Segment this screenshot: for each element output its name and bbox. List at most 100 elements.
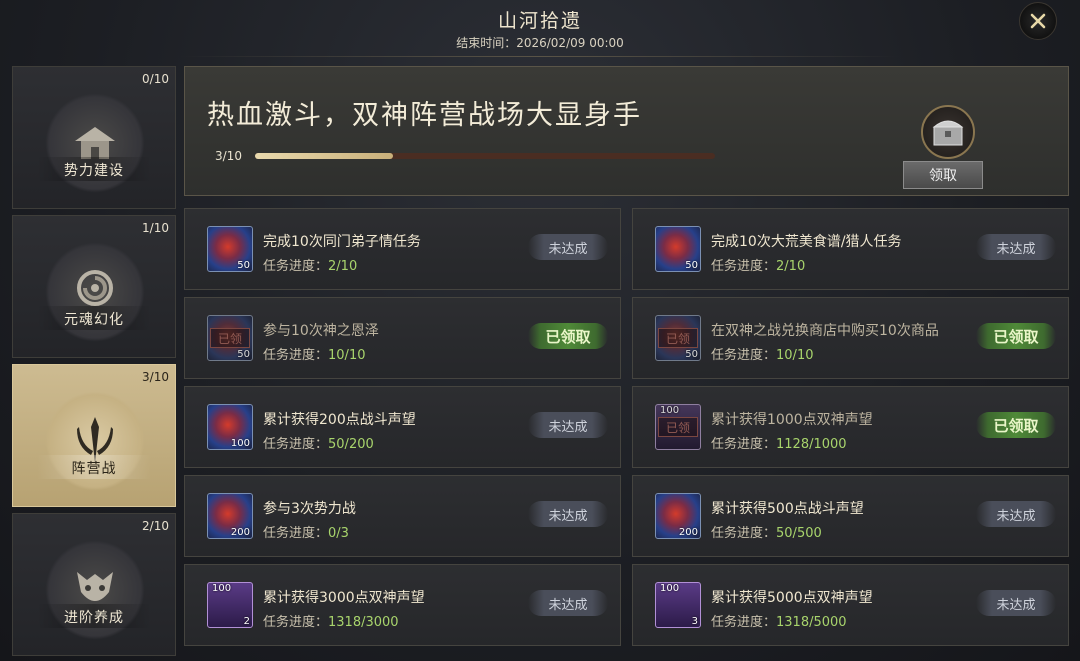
task-card[interactable]: 200 参与3次势力战 任务进度：0/3 未达成 <box>184 475 621 557</box>
fire-ice-orb-icon[interactable]: 50 <box>207 226 253 272</box>
progress-value: 50/200 <box>328 437 374 452</box>
task-card[interactable]: 已领 100 累计获得1000点双神声望 任务进度：1128/1000 已领取 <box>632 386 1069 468</box>
reward-chest[interactable] <box>921 105 975 159</box>
progress-value: 0/3 <box>328 526 349 541</box>
reward-qty: 100 <box>230 438 250 449</box>
task-card[interactable]: 50 完成10次同门弟子情任务 任务进度：2/10 未达成 <box>184 208 621 290</box>
claimed-stamp: 已领 <box>210 328 250 348</box>
task-progress: 任务进度：1318/3000 <box>263 611 399 630</box>
task-progress: 任务进度：0/3 <box>263 522 349 541</box>
progress-value: 10/10 <box>776 348 814 363</box>
task-progress: 任务进度：10/10 <box>263 344 365 363</box>
task-progress: 任务进度：10/10 <box>711 344 813 363</box>
progress-value: 2/10 <box>776 259 806 274</box>
task-name: 累计获得200点战斗声望 <box>263 412 416 428</box>
claimed-stamp: 已领 <box>658 328 698 348</box>
banner-progress-text: 3/10 <box>215 149 242 163</box>
reward-sub-qty: 2 <box>243 616 250 627</box>
claimed-badge: 已领取 <box>976 412 1056 438</box>
fire-ice-orb-icon[interactable]: 200 <box>207 493 253 539</box>
task-name: 累计获得3000点双神声望 <box>263 590 425 606</box>
fire-ice-orb-icon[interactable]: 200 <box>655 493 701 539</box>
purple-token-icon[interactable]: 100 2 <box>207 582 253 628</box>
reward-qty: 100 <box>660 405 680 416</box>
banner-progress-fill <box>255 153 393 159</box>
progress-label: 任务进度： <box>711 259 777 274</box>
tab-count: 0/10 <box>142 72 169 86</box>
claimed-badge: 已领取 <box>528 323 608 349</box>
tab-label: 势力建设 <box>64 163 124 179</box>
status-button[interactable]: 未达成 <box>528 412 608 438</box>
milestone-banner: 热血激斗，双神阵营战场大显身手 3/10 领取 <box>184 66 1069 196</box>
task-card[interactable]: 50 完成10次大荒美食谱/猎人任务 任务进度：2/10 未达成 <box>632 208 1069 290</box>
task-card[interactable]: 100 3 累计获得5000点双神声望 任务进度：1318/5000 未达成 <box>632 564 1069 646</box>
banner-progress-bar <box>255 153 715 159</box>
progress-label: 任务进度： <box>263 259 329 274</box>
claim-button[interactable]: 领取 <box>903 161 983 189</box>
progress-label: 任务进度： <box>711 348 777 363</box>
progress-label: 任务进度： <box>711 526 777 541</box>
task-progress: 任务进度：1318/5000 <box>711 611 847 630</box>
progress-label: 任务进度： <box>711 615 777 630</box>
status-button[interactable]: 未达成 <box>976 501 1056 527</box>
page-title: 山河拾遗 <box>497 10 582 32</box>
progress-value: 1128/1000 <box>776 437 847 452</box>
close-button[interactable] <box>1019 2 1057 40</box>
tab-count: 2/10 <box>142 519 169 533</box>
fire-ice-orb-icon[interactable]: 50 <box>655 226 701 272</box>
reward-sub-qty: 3 <box>691 616 698 627</box>
header: 山河拾遗 结束时间：2026/02/09 00:00 <box>0 0 1080 58</box>
tab-label: 元魂幻化 <box>64 312 124 328</box>
tab-count: 1/10 <box>142 221 169 235</box>
purple-token-icon[interactable]: 已领 100 <box>655 404 701 450</box>
tab-label: 阵营战 <box>71 461 117 477</box>
banner-title: 热血激斗，双神阵营战场大显身手 <box>207 100 642 131</box>
reward-qty: 200 <box>678 527 698 538</box>
sidebar-tab-soul-transform[interactable]: 1/10 元魂幻化 <box>12 215 176 358</box>
reward-qty: 50 <box>685 260 698 271</box>
progress-label: 任务进度： <box>263 526 329 541</box>
task-name: 累计获得5000点双神声望 <box>711 590 873 606</box>
progress-label: 任务进度： <box>263 348 329 363</box>
status-button[interactable]: 未达成 <box>976 234 1056 260</box>
reward-qty: 100 <box>212 583 232 594</box>
end-time: 结束时间：2026/02/09 00:00 <box>456 36 624 50</box>
status-button[interactable]: 未达成 <box>528 501 608 527</box>
claimed-badge: 已领取 <box>976 323 1056 349</box>
fire-ice-orb-icon[interactable]: 已领 50 <box>655 315 701 361</box>
reward-qty: 50 <box>237 260 250 271</box>
fire-ice-orb-icon[interactable]: 100 <box>207 404 253 450</box>
tab-label: 进阶养成 <box>64 610 124 626</box>
progress-value: 1318/5000 <box>776 615 847 630</box>
task-card[interactable]: 已领 50 在双神之战兑换商店中购买10次商品 任务进度：10/10 已领取 <box>632 297 1069 379</box>
status-button[interactable]: 未达成 <box>528 590 608 616</box>
task-card[interactable]: 200 累计获得500点战斗声望 任务进度：50/500 未达成 <box>632 475 1069 557</box>
status-button[interactable]: 未达成 <box>528 234 608 260</box>
sidebar-tab-advancement[interactable]: 2/10 进阶养成 <box>12 513 176 656</box>
task-name: 完成10次大荒美食谱/猎人任务 <box>711 234 902 250</box>
progress-label: 任务进度： <box>711 437 777 452</box>
task-progress: 任务进度：2/10 <box>711 255 805 274</box>
progress-label: 任务进度： <box>263 615 329 630</box>
tab-count: 3/10 <box>142 370 169 384</box>
fire-ice-orb-icon[interactable]: 已领 50 <box>207 315 253 361</box>
reward-qty: 50 <box>685 349 698 360</box>
task-progress: 任务进度：1128/1000 <box>711 433 847 452</box>
task-name: 在双神之战兑换商店中购买10次商品 <box>711 323 939 339</box>
task-name: 累计获得500点战斗声望 <box>711 501 864 517</box>
purple-token-icon[interactable]: 100 3 <box>655 582 701 628</box>
sidebar-tab-faction-building[interactable]: 0/10 势力建设 <box>12 66 176 209</box>
task-card[interactable]: 100 2 累计获得3000点双神声望 任务进度：1318/3000 未达成 <box>184 564 621 646</box>
task-progress: 任务进度：50/200 <box>263 433 374 452</box>
task-progress: 任务进度：50/500 <box>711 522 822 541</box>
close-icon <box>1030 13 1046 29</box>
task-name: 参与10次神之恩泽 <box>263 323 379 339</box>
sidebar-tab-camp-battle[interactable]: 3/10 阵营战 <box>12 364 176 507</box>
progress-value: 50/500 <box>776 526 822 541</box>
task-card[interactable]: 已领 50 参与10次神之恩泽 任务进度：10/10 已领取 <box>184 297 621 379</box>
status-button[interactable]: 未达成 <box>976 590 1056 616</box>
task-name: 参与3次势力战 <box>263 501 356 517</box>
task-card[interactable]: 100 累计获得200点战斗声望 任务进度：50/200 未达成 <box>184 386 621 468</box>
progress-value: 1318/3000 <box>328 615 399 630</box>
task-name: 完成10次同门弟子情任务 <box>263 234 421 250</box>
